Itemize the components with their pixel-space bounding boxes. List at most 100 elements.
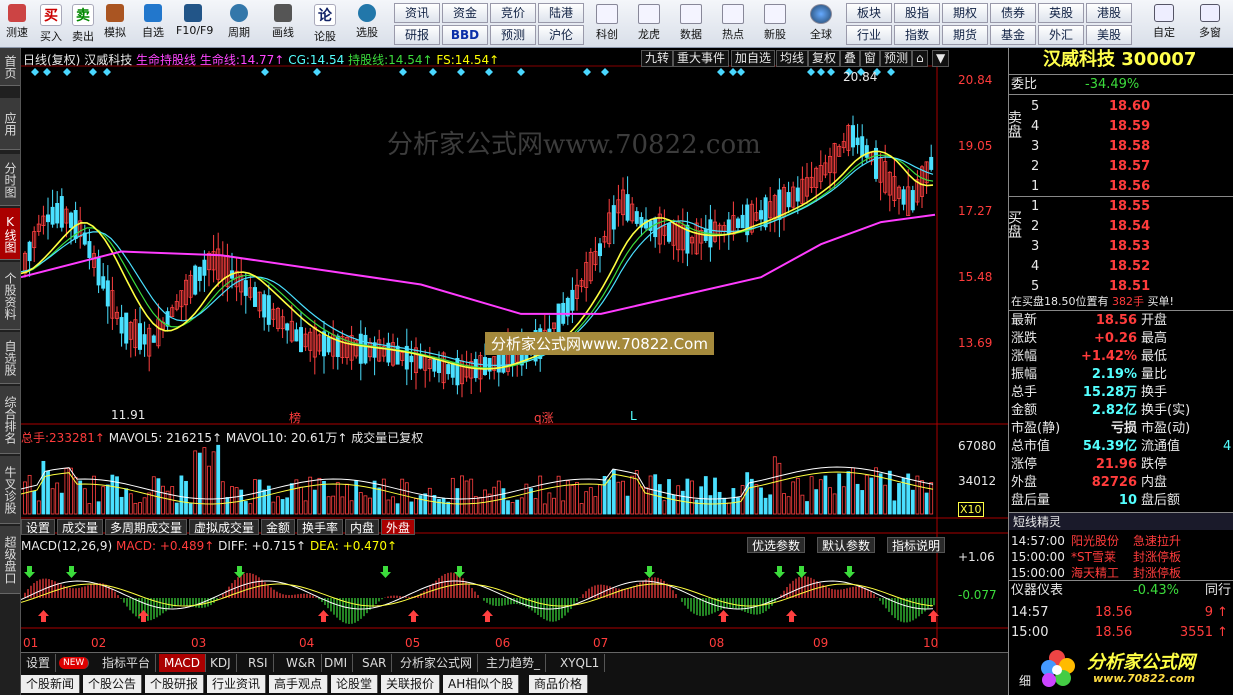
toolbar-button2-4[interactable]: 新股	[758, 1, 792, 47]
toolbar-grid-button[interactable]: 研报	[394, 25, 440, 45]
indicator-tab[interactable]: RSI	[243, 654, 274, 672]
sidebar-tab[interactable]: 应用	[0, 98, 20, 150]
info-tab[interactable]: 行业资讯	[207, 675, 267, 693]
book-price[interactable]: 18.57	[1109, 158, 1150, 176]
toolbar-button2-2[interactable]: 数据	[674, 1, 708, 47]
sidebar-tab[interactable]: 首页	[0, 48, 20, 86]
toolbar-button-3[interactable]: 模拟	[98, 1, 132, 47]
toolbar-button-7[interactable]: 画线	[266, 1, 300, 47]
peer-button[interactable]: 同行	[1205, 582, 1231, 600]
info-tab[interactable]: AH相似个股	[443, 675, 520, 693]
book-price[interactable]: 18.58	[1109, 138, 1150, 156]
toolbar-button3-1[interactable]: 多窗	[1190, 1, 1230, 47]
toolbar-grid-button[interactable]: 陆港	[538, 3, 584, 23]
sidebar-tab[interactable]: 自选股	[0, 332, 20, 384]
indicator-tab[interactable]: 分析家公式网	[395, 654, 479, 672]
sidebar-tab[interactable]: K线图	[0, 208, 20, 260]
info-tab[interactable]: 关联报价	[381, 675, 441, 693]
toolbar-grid-button[interactable]: 沪伦	[538, 25, 584, 45]
toolbar-button-2[interactable]: 卖卖出	[66, 1, 100, 47]
kline-chart-area[interactable]: 日线(复权) 汉威科技 生命持股线 生命线:14.77↑ CG:14.54 持股…	[21, 48, 1008, 652]
chart-header-button[interactable]: 叠	[840, 50, 861, 67]
info-tab[interactable]: 个股研报	[145, 675, 205, 693]
book-price[interactable]: 18.52	[1109, 258, 1150, 276]
volume-tab[interactable]: 设置	[21, 519, 56, 535]
toolbar-market-button[interactable]: 债券	[990, 3, 1036, 23]
toolbar-grid-button[interactable]: 预测	[490, 25, 536, 45]
chart-header-button[interactable]: 加自选	[731, 50, 776, 67]
indicator-tab[interactable]: DMI	[319, 654, 354, 672]
info-tab[interactable]: 个股公告	[83, 675, 143, 693]
jingling-header[interactable]: 短线精灵	[1009, 512, 1233, 530]
volume-tab[interactable]: 多周期成交量	[105, 519, 188, 535]
info-tab[interactable]: 商品价格	[529, 675, 589, 693]
toolbar-market-button[interactable]: 港股	[1086, 3, 1132, 23]
chart-header-button[interactable]: 窗	[860, 50, 881, 67]
toolbar-button-6[interactable]: 周期	[222, 1, 256, 47]
chart-header-button[interactable]: 九转	[641, 50, 674, 67]
toolbar-market-button[interactable]: 期权	[942, 3, 988, 23]
indicator-tab[interactable]: NEW	[59, 657, 90, 669]
toolbar-button2-0[interactable]: 科创	[590, 1, 624, 47]
chart-header-button[interactable]: ⌂	[912, 50, 928, 67]
indicator-tab[interactable]: 指标平台	[97, 654, 157, 672]
toolbar-market-button[interactable]: 股指	[894, 3, 940, 23]
book-price[interactable]: 18.55	[1109, 198, 1150, 216]
indicator-tab[interactable]: 设置	[21, 654, 57, 672]
toolbar-market-button[interactable]: 板块	[846, 3, 892, 23]
toolbar-button3-0[interactable]: 自定	[1144, 1, 1184, 47]
book-price[interactable]: 18.54	[1109, 218, 1150, 236]
toolbar-button2-5[interactable]: 全球	[804, 1, 838, 47]
chart-header-button[interactable]: 均线	[776, 50, 809, 67]
sidebar-tab[interactable]: 超级盘口	[0, 526, 20, 594]
toolbar-market-button[interactable]: 英股	[1038, 3, 1084, 23]
chart-header-button[interactable]: ▼	[932, 50, 950, 67]
toolbar-grid-button[interactable]: 竞价	[490, 3, 536, 23]
indicator-tab[interactable]: SAR	[357, 654, 393, 672]
toolbar-grid-button[interactable]: 资金	[442, 3, 488, 23]
toolbar-market-button[interactable]: 基金	[990, 25, 1036, 45]
chart-header-button[interactable]: 复权	[808, 50, 841, 67]
volume-tab[interactable]: 内盘	[345, 519, 380, 535]
indicator-tab[interactable]: XYQL1	[555, 654, 606, 672]
indicator-tab[interactable]: KDJ	[205, 654, 237, 672]
macd-param-button[interactable]: 默认参数	[817, 537, 876, 553]
toolbar-button2-1[interactable]: 龙虎	[632, 1, 666, 47]
book-price[interactable]: 18.53	[1109, 238, 1150, 256]
toolbar-button-1[interactable]: 买买入	[34, 1, 68, 47]
volume-tab[interactable]: 虚拟成交量	[189, 519, 260, 535]
volume-tab[interactable]: 金额	[261, 519, 296, 535]
macd-param-button[interactable]: 优选参数	[747, 537, 806, 553]
toolbar-market-button[interactable]: 指数	[894, 25, 940, 45]
volume-tab[interactable]: 换手率	[297, 519, 344, 535]
book-price[interactable]: 18.60	[1109, 98, 1150, 116]
toolbar-button-9[interactable]: 选股	[350, 1, 384, 47]
toolbar-button-8[interactable]: 论论股	[308, 1, 342, 47]
indicator-tab[interactable]: 主力趋势_	[481, 654, 547, 672]
bottom-right-tab[interactable]: 细	[1019, 672, 1031, 690]
toolbar-market-button[interactable]: 行业	[846, 25, 892, 45]
toolbar-grid-button[interactable]: BBD	[442, 25, 488, 45]
toolbar-market-button[interactable]: 美股	[1086, 25, 1132, 45]
info-tab[interactable]: 高手观点	[269, 675, 329, 693]
indicator-tab[interactable]: MACD	[159, 654, 206, 672]
toolbar-market-button[interactable]: 外汇	[1038, 25, 1084, 45]
toolbar-button2-3[interactable]: 热点	[716, 1, 750, 47]
macd-param-button[interactable]: 指标说明	[887, 537, 946, 553]
sidebar-tab[interactable]: 牛叉诊股	[0, 456, 20, 524]
sidebar-tab[interactable]: 个股资料	[0, 262, 20, 330]
book-price[interactable]: 18.59	[1109, 118, 1150, 136]
volume-tab[interactable]: 外盘	[381, 519, 416, 535]
info-tab[interactable]: 论股堂	[331, 675, 379, 693]
toolbar-button-0[interactable]: 测速	[0, 1, 34, 47]
toolbar-market-button[interactable]: 期货	[942, 25, 988, 45]
indicator-tab[interactable]: W&R	[281, 654, 322, 672]
chart-header-button[interactable]: 预测	[880, 50, 913, 67]
toolbar-grid-button[interactable]: 资讯	[394, 3, 440, 23]
toolbar-button-5[interactable]: F10/F9	[176, 1, 213, 47]
volume-tab[interactable]: 成交量	[57, 519, 104, 535]
book-price[interactable]: 18.56	[1109, 178, 1150, 196]
toolbar-button-4[interactable]: 自选	[136, 1, 170, 47]
chart-header-button[interactable]: 重大事件	[673, 50, 730, 67]
info-tab[interactable]: 个股新闻	[21, 675, 81, 693]
